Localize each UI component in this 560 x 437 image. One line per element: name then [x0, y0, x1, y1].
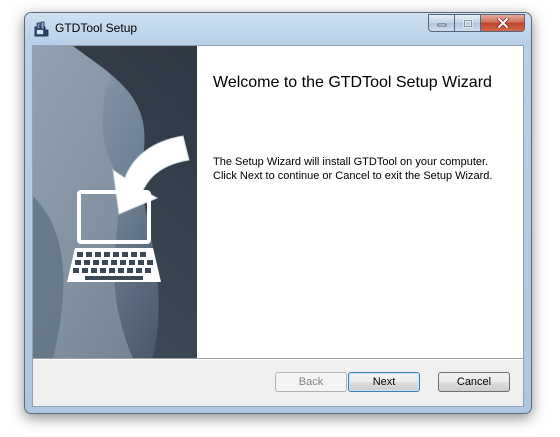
welcome-description: The Setup Wizard will install GTDTool on… — [213, 156, 493, 182]
setup-window: GTDTool Setup Welcome to the GTDTool Set… — [24, 12, 532, 414]
minimize-button[interactable] — [428, 14, 455, 32]
installer-icon — [34, 21, 49, 37]
cancel-button[interactable]: Cancel — [438, 372, 510, 392]
minimize-icon — [437, 23, 446, 27]
caption-buttons — [428, 14, 525, 34]
title-bar[interactable]: GTDTool Setup — [25, 13, 531, 43]
welcome-panel: Welcome to the GTDTool Setup Wizard The … — [197, 46, 523, 358]
maximize-icon — [463, 19, 472, 27]
close-button[interactable] — [481, 14, 525, 32]
window-title: GTDTool Setup — [55, 21, 138, 35]
computer-with-arrow-icon — [33, 46, 197, 358]
wizard-client-area: Welcome to the GTDTool Setup Wizard The … — [32, 45, 524, 407]
close-icon — [496, 18, 509, 28]
maximize-button[interactable] — [455, 14, 481, 32]
button-separator — [33, 358, 523, 360]
page-title: Welcome to the GTDTool Setup Wizard — [213, 74, 492, 91]
back-button[interactable]: Back — [275, 372, 347, 392]
next-button[interactable]: Next — [348, 372, 420, 392]
